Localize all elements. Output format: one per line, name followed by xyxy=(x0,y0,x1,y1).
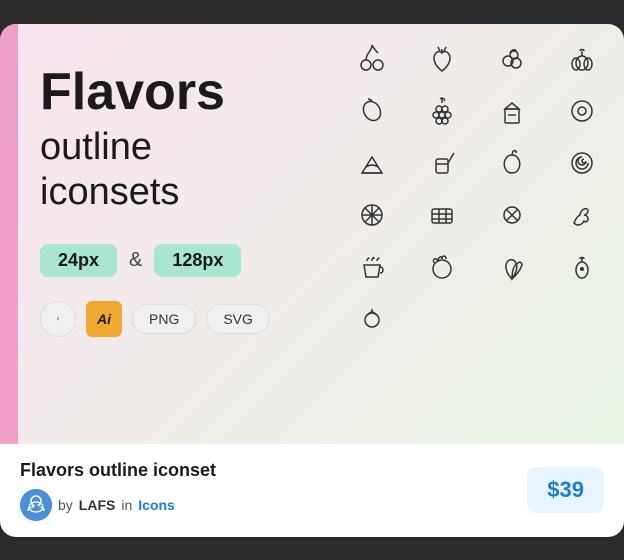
format-badges: Ai PNG SVG xyxy=(40,301,300,337)
author-line: by LAFS in Icons xyxy=(20,489,216,521)
author-avatar xyxy=(20,489,52,521)
mintleaf-icon xyxy=(478,242,546,292)
size-badges: 24px & 128px xyxy=(40,244,300,277)
author-in-text: in xyxy=(121,497,132,513)
size-separator: & xyxy=(129,249,142,272)
strawberry-icon xyxy=(408,34,476,84)
cake-icon xyxy=(338,138,406,188)
drink-icon xyxy=(408,138,476,188)
title-line2: iconsets xyxy=(40,170,300,216)
svg-format-badge: SVG xyxy=(206,304,270,334)
grapes-icon xyxy=(408,86,476,136)
blueberry-icon xyxy=(478,34,546,84)
donut-icon xyxy=(548,86,616,136)
figma-format-badge xyxy=(40,301,76,337)
footer-left: Flavors outline iconset by LAFS in xyxy=(20,460,216,521)
cherry-icon xyxy=(338,34,406,84)
chocolate-icon xyxy=(408,190,476,240)
card-footer: Flavors outline iconset by LAFS in xyxy=(0,444,624,537)
product-title-area: Flavors outline iconsets xyxy=(40,64,300,216)
size-badge-large: 128px xyxy=(154,244,241,277)
ai-format-badge: Ai xyxy=(86,301,122,337)
peach-icon xyxy=(478,138,546,188)
lemonslice-icon xyxy=(338,190,406,240)
fig-icon xyxy=(548,242,616,292)
coconut-icon xyxy=(408,242,476,292)
milkcarton-icon xyxy=(478,86,546,136)
footer-product-title: Flavors outline iconset xyxy=(20,460,216,481)
berry-icon xyxy=(338,294,406,344)
cinnamonroll-icon xyxy=(548,138,616,188)
left-panel: Flavors outline iconsets 24px & 128px xyxy=(0,24,330,444)
price-badge[interactable]: $39 xyxy=(527,467,604,513)
png-format-badge: PNG xyxy=(132,304,196,334)
pumpkin-icon xyxy=(548,34,616,84)
ginger-icon xyxy=(548,190,616,240)
size-badge-small: 24px xyxy=(40,244,117,277)
teacup-icon xyxy=(338,242,406,292)
accent-strip xyxy=(0,24,18,444)
author-category: Icons xyxy=(138,497,175,513)
figma-icon xyxy=(57,308,59,330)
icons-grid xyxy=(330,24,624,444)
author-name: LAFS xyxy=(79,497,116,513)
product-card: Flavors outline iconsets 24px & 128px xyxy=(0,24,624,537)
candy-icon xyxy=(478,190,546,240)
title-bold: Flavors xyxy=(40,64,300,121)
lemon-icon xyxy=(338,86,406,136)
card-preview: Flavors outline iconsets 24px & 128px xyxy=(0,24,624,444)
avatar-icon xyxy=(20,489,52,521)
author-by-text: by xyxy=(58,497,73,513)
title-line1: outline xyxy=(40,125,300,171)
